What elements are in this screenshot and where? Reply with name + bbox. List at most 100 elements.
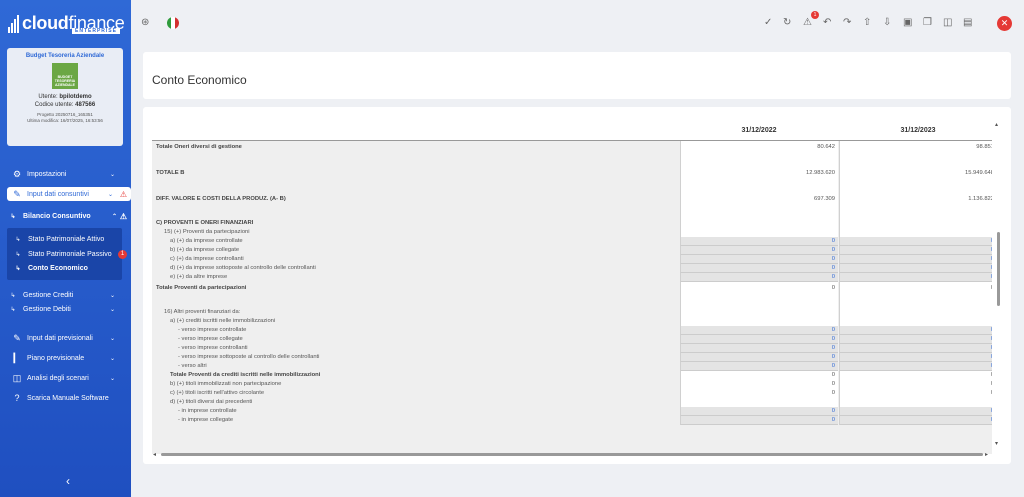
value-input-cell[interactable]: 0 <box>680 353 838 362</box>
value-cell <box>680 219 838 228</box>
warning-icon: ⚠ <box>119 189 127 199</box>
nav-gestione-debiti[interactable]: ↳ Gestione Debiti ⌄ <box>0 304 131 314</box>
value-input-cell[interactable]: 0 <box>680 246 838 255</box>
value-cell <box>680 308 838 317</box>
value-input-cell[interactable]: 0 <box>680 362 838 371</box>
value-cell <box>839 158 992 167</box>
value-cell <box>839 317 992 326</box>
nav-input-dati-previsionali[interactable]: ✎ Input dati previsionali ⌄ <box>0 332 131 344</box>
value-cell: 1.136.822 <box>839 193 992 210</box>
row-label: d) (+) da imprese sottoposte al controll… <box>170 265 316 271</box>
value-input-cell[interactable]: 0 <box>839 273 992 282</box>
nav-bilancio-consuntivo[interactable]: ↳ Bilancio Consuntivo ⌃ ⚠ <box>0 210 131 222</box>
table-row: - verso imprese sottoposte al controllo … <box>152 353 992 362</box>
value-input-cell[interactable]: 0 <box>839 407 992 416</box>
scroll-left-icon[interactable]: ◂ <box>153 451 156 458</box>
value-cell <box>839 219 992 228</box>
redo-icon[interactable]: ↷ <box>843 17 851 28</box>
layout-icon[interactable]: ▤ <box>963 17 972 28</box>
nav-impostazioni[interactable]: ⚙ Impostazioni ⌄ <box>0 168 131 180</box>
value-input-cell[interactable]: 0 <box>839 416 992 425</box>
table-row: c) (+) titoli iscritti nell'attivo circo… <box>152 389 992 398</box>
close-button[interactable]: ✕ <box>997 16 1012 31</box>
nav-conto-economico[interactable]: ↳ Conto Economico <box>0 263 131 273</box>
table-row: 15) (+) Proventi da partecipazioni <box>152 228 992 237</box>
row-label: d) (+) titoli diversi dai precedenti <box>170 399 253 405</box>
value-cell <box>839 228 992 237</box>
copy-icon[interactable]: ❐ <box>923 17 932 28</box>
collapse-sidebar-icon[interactable]: ‹ <box>66 474 70 488</box>
row-label: - in imprese collegate <box>178 417 234 423</box>
scroll-up-icon[interactable]: ▴ <box>995 121 998 128</box>
column-header-2022: 31/12/2022 <box>741 127 777 134</box>
nav-analisi-scenari[interactable]: ◫ Analisi degli scenari ⌄ <box>0 372 131 384</box>
value-input-cell[interactable]: 0 <box>680 344 838 353</box>
vertical-scrollbar[interactable] <box>997 232 1000 306</box>
value-input-cell[interactable]: 0 <box>839 353 992 362</box>
value-input-cell[interactable]: 0 <box>680 335 838 344</box>
table-row: C) PROVENTI E ONERI FINANZIARI <box>152 219 992 228</box>
value-input-cell[interactable]: 0 <box>839 237 992 246</box>
nav-stato-patrimoniale-attivo[interactable]: ↳ Stato Patrimoniale Attivo <box>0 234 131 244</box>
value-input-cell[interactable]: 0 <box>680 416 838 425</box>
value-cell <box>680 210 838 219</box>
table-row: a) (+) crediti iscritti nelle immobilizz… <box>152 317 992 326</box>
table-row <box>152 184 992 193</box>
row-label: C) PROVENTI E ONERI FINANZIARI <box>156 220 254 226</box>
value-input-cell[interactable]: 0 <box>839 326 992 335</box>
nav-scarica-manuale[interactable]: ? Scarica Manuale Software <box>0 392 131 404</box>
value-input-cell[interactable]: 0 <box>839 246 992 255</box>
project-title: Budget Tesoreria Aziendale <box>25 53 105 59</box>
value-cell <box>839 210 992 219</box>
sub-arrow-icon: ↳ <box>15 236 21 243</box>
nav-label: Piano previsionale <box>27 354 85 362</box>
table-row: - verso imprese controllate 00 <box>152 326 992 335</box>
value-input-cell[interactable]: 0 <box>839 335 992 344</box>
row-label: 15) (+) Proventi da partecipazioni <box>164 229 250 235</box>
nav-label: Analisi degli scenari <box>27 374 89 382</box>
check-icon[interactable]: ✓ <box>764 17 772 28</box>
nav-stato-patrimoniale-passivo[interactable]: ↳ Stato Patrimoniale Passivo 1 <box>0 249 131 259</box>
globe-icon[interactable]: ⊛ <box>141 17 149 28</box>
value-input-cell[interactable]: 0 <box>680 255 838 264</box>
columns-icon: ◫ <box>12 372 22 383</box>
value-input-cell[interactable]: 0 <box>680 326 838 335</box>
sidebar: cloudfinance ENTERPRISE Budget Tesoreria… <box>0 0 131 497</box>
value-input-cell[interactable]: 0 <box>680 407 838 416</box>
nav-label: Input dati consuntivi <box>27 190 89 198</box>
chevron-down-icon: ⌄ <box>109 292 115 299</box>
nav-input-dati-consuntivi[interactable]: ✎ Input dati consuntivi ⌄ ⚠ <box>7 187 131 201</box>
value-cell <box>680 299 838 308</box>
save-icon[interactable]: ▣ <box>903 17 912 28</box>
value-input-cell[interactable]: 0 <box>839 255 992 264</box>
value-input-cell[interactable]: 0 <box>839 344 992 353</box>
undo-icon[interactable]: ↶ <box>823 17 831 28</box>
error-badge: 1 <box>118 249 127 259</box>
scroll-right-icon[interactable]: ▸ <box>985 451 988 458</box>
value-input-cell[interactable]: 0 <box>680 273 838 282</box>
horizontal-scrollbar[interactable] <box>161 453 983 456</box>
notification-badge: 1 <box>811 11 819 19</box>
page-header: Conto Economico <box>143 52 1011 99</box>
value-input-cell[interactable]: 0 <box>839 362 992 371</box>
project-logo-text: BUDGET TESORERIA AZIENDALE <box>54 75 76 87</box>
warning-icon[interactable]: ⚠ <box>803 17 812 28</box>
refresh-icon[interactable]: ↻ <box>783 17 791 28</box>
nav-label: Impostazioni <box>27 170 67 178</box>
nav-label: Scarica Manuale Software <box>27 394 109 402</box>
upload-icon[interactable]: ⇧ <box>863 17 871 28</box>
value-cell: 697.309 <box>680 193 838 210</box>
value-input-cell[interactable]: 0 <box>839 264 992 273</box>
download-icon[interactable]: ⇩ <box>883 17 891 28</box>
nav-piano-previsionale[interactable]: ▎ Piano previsionale ⌄ <box>0 352 131 364</box>
split-view-icon[interactable]: ◫ <box>943 17 952 28</box>
italian-flag-icon[interactable] <box>167 17 179 29</box>
warning-icon: ⚠ <box>119 211 127 221</box>
chevron-down-icon: ⌄ <box>109 306 115 313</box>
nav-gestione-crediti[interactable]: ↳ Gestione Crediti ⌄ <box>0 290 131 300</box>
value-input-cell[interactable]: 0 <box>680 237 838 246</box>
row-label: Totale Proventi da crediti iscritti nell… <box>170 372 321 378</box>
value-cell: 0 <box>839 380 992 389</box>
value-input-cell[interactable]: 0 <box>680 264 838 273</box>
scroll-down-icon[interactable]: ▾ <box>995 440 998 447</box>
